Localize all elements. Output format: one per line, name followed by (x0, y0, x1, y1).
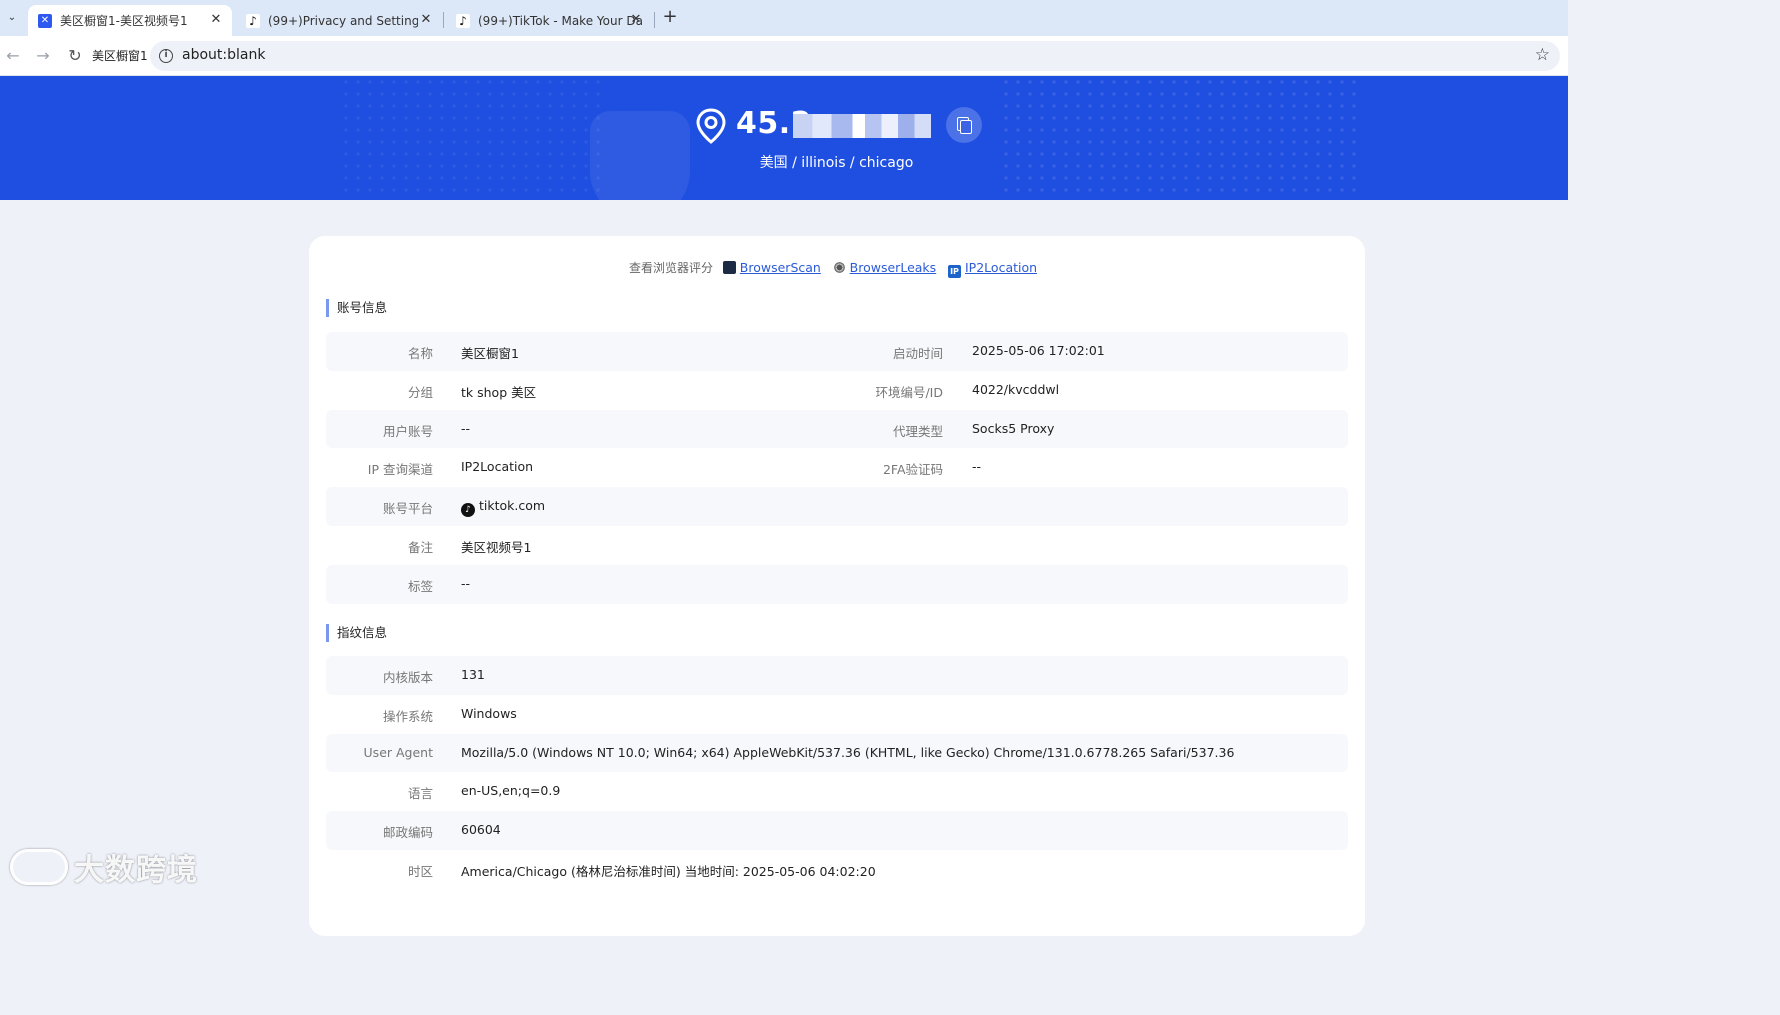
site-info-icon[interactable]: i (159, 49, 173, 63)
new-tab-plus-icon[interactable]: + (660, 7, 680, 27)
account-section-title: 账号信息 (326, 299, 387, 317)
table-row: 名称 美区橱窗1 启动时间 2025-05-06 17:02:01 (326, 332, 1348, 371)
close-icon[interactable]: ✕ (418, 12, 434, 27)
tab-separator (654, 12, 655, 28)
tab-title: (99+)TikTok - Make Your Day (478, 13, 642, 28)
platform-value: ♪ tiktok.com (461, 498, 546, 518)
field-value: 美区橱窗1 (461, 346, 519, 361)
account-info-table: 名称 美区橱窗1 启动时间 2025-05-06 17:02:01 分组 tk … (326, 332, 1348, 604)
tab-search-chevron-icon[interactable]: ⌄ (2, 7, 22, 27)
field-label: 备注 (407, 539, 433, 555)
field-label: 2FA验证码 (882, 462, 943, 478)
field-value: IP2Location (461, 459, 534, 475)
field-label: 操作系统 (382, 708, 433, 724)
address-url[interactable]: about:blank (182, 47, 265, 63)
field-value: 60604 (461, 822, 501, 838)
tab-privacy-settings[interactable]: ♪ (99+)Privacy and Settings | TikTok ✕ (236, 5, 442, 36)
browserleaks-link[interactable]: BrowserLeaks (850, 260, 937, 275)
field-label: 启动时间 (892, 346, 943, 361)
tab-active[interactable]: ✕ 美区橱窗1-美区视频号1 ✕ (28, 5, 232, 36)
platform-domain: tiktok.com (479, 498, 546, 514)
table-row: 账号平台 ♪ tiktok.com (326, 487, 1348, 526)
bookmark-star-icon[interactable]: ☆ (1535, 45, 1550, 65)
forward-arrow-icon[interactable]: → (32, 45, 54, 67)
tab-separator (443, 12, 444, 28)
field-value: Mozilla/5.0 (Windows NT 10.0; Win64; x64… (461, 744, 1235, 760)
ip2location-icon: IP (948, 265, 961, 278)
field-value: Windows (461, 705, 517, 721)
field-value: 美区视频号1 (461, 539, 532, 555)
environment-info-card: 查看浏览器评分 BrowserScan BrowserLeaks IP IP2Lo… (309, 236, 1365, 936)
tab-strip: ⌄ ✕ 美区橱窗1-美区视频号1 ✕ ♪ (99+)Privacy and Se… (0, 0, 1568, 36)
browserscan-icon (722, 261, 736, 274)
browser-toolbar: ← → ↻ 美区橱窗1 i about:blank ☆ (0, 36, 1568, 76)
watermark: 大数跨境 (10, 846, 198, 888)
field-value: Socks5 Proxy (972, 420, 1055, 436)
field-label: 环境编号/ID (875, 384, 943, 400)
tab-title: (99+)Privacy and Settings | TikTok (268, 13, 418, 28)
field-label: 名称 (407, 346, 433, 361)
tab-tiktok-home[interactable]: ♪ (99+)TikTok - Make Your Day ✕ (446, 5, 652, 36)
table-row: 标签 -- (326, 564, 1348, 604)
browserscan-link[interactable]: BrowserScan (740, 260, 821, 275)
field-label: 时区 (407, 863, 433, 879)
table-row: IP 查询渠道 IP2Location 2FA验证码 -- (326, 448, 1348, 487)
field-value: 4022/kvcddwl (972, 381, 1060, 397)
tab-title: 美区橱窗1-美区视频号1 (60, 14, 188, 28)
field-value: -- (972, 459, 982, 475)
field-label: 语言 (407, 786, 433, 802)
ip-location: 美国 / illinois / chicago (759, 155, 914, 171)
table-row: User Agent Mozilla/5.0 (Windows NT 10.0;… (326, 733, 1348, 773)
field-label: User Agent (363, 744, 433, 760)
reload-icon[interactable]: ↻ (64, 45, 86, 67)
field-value: 2025-05-06 17:02:01 (972, 343, 1105, 358)
field-label: 标签 (407, 578, 433, 594)
field-label: 分组 (407, 384, 433, 400)
watermark-text: 大数跨境 (74, 853, 198, 888)
table-row: 备注 美区视频号1 (326, 526, 1348, 565)
ip-redaction-mosaic (793, 114, 931, 138)
field-label: 代理类型 (892, 423, 943, 439)
field-value: 131 (461, 667, 485, 682)
app-logo-icon: ✕ (38, 13, 52, 28)
dot-pattern-decoration (340, 76, 600, 200)
fingerprint-info-table: 内核版本 131 操作系统 Windows User Agent Mozilla… (326, 656, 1348, 889)
dot-pattern-decoration (1000, 76, 1360, 200)
browserleaks-icon (832, 261, 846, 274)
field-value: America/Chicago (格林尼治标准时间) 当地时间: 2025-05… (461, 863, 876, 879)
field-value: en-US,en;q=0.9 (461, 783, 561, 799)
location-pin-icon (696, 108, 726, 144)
table-row: 分组 tk shop 美区 环境编号/ID 4022/kvcddwl (326, 371, 1348, 410)
back-arrow-icon[interactable]: ← (2, 45, 24, 67)
table-row: 时区 America/Chicago (格林尼治标准时间) 当地时间: 2025… (326, 850, 1348, 889)
profile-label[interactable]: 美区橱窗1 (92, 47, 148, 64)
watermark-logo-icon (10, 849, 68, 885)
field-label: 内核版本 (382, 670, 433, 685)
field-label: 邮政编码 (382, 825, 433, 841)
copy-icon[interactable] (946, 107, 982, 143)
ip2location-link[interactable]: IP2Location (965, 260, 1037, 275)
table-row: 邮政编码 60604 (326, 811, 1348, 850)
ip-hero-banner: 45.2 美国 / illinois / chicago (0, 76, 1568, 200)
field-label: 账号平台 (382, 501, 433, 517)
field-value: tk shop 美区 (461, 384, 537, 400)
tiktok-icon: ♪ (456, 13, 470, 28)
table-row: 操作系统 Windows (326, 695, 1348, 734)
field-label: IP 查询渠道 (367, 462, 433, 478)
close-icon[interactable]: ✕ (208, 12, 224, 27)
score-links-prefix: 查看浏览器评分 (628, 261, 713, 275)
field-value: -- (461, 575, 471, 591)
field-label: 用户账号 (382, 423, 433, 439)
tiktok-icon: ♪ (246, 13, 260, 28)
table-row: 用户账号 -- 代理类型 Socks5 Proxy (326, 409, 1348, 449)
fingerprint-section-title: 指纹信息 (326, 624, 387, 642)
address-bar[interactable]: i about:blank ☆ (150, 41, 1560, 71)
field-value: -- (461, 420, 471, 436)
table-row: 语言 en-US,en;q=0.9 (326, 772, 1348, 811)
close-icon[interactable]: ✕ (628, 12, 644, 27)
tiktok-icon: ♪ (461, 503, 475, 518)
table-row: 内核版本 131 (326, 656, 1348, 695)
browser-score-links: 查看浏览器评分 BrowserScan BrowserLeaks IP IP2Lo… (309, 259, 1365, 278)
